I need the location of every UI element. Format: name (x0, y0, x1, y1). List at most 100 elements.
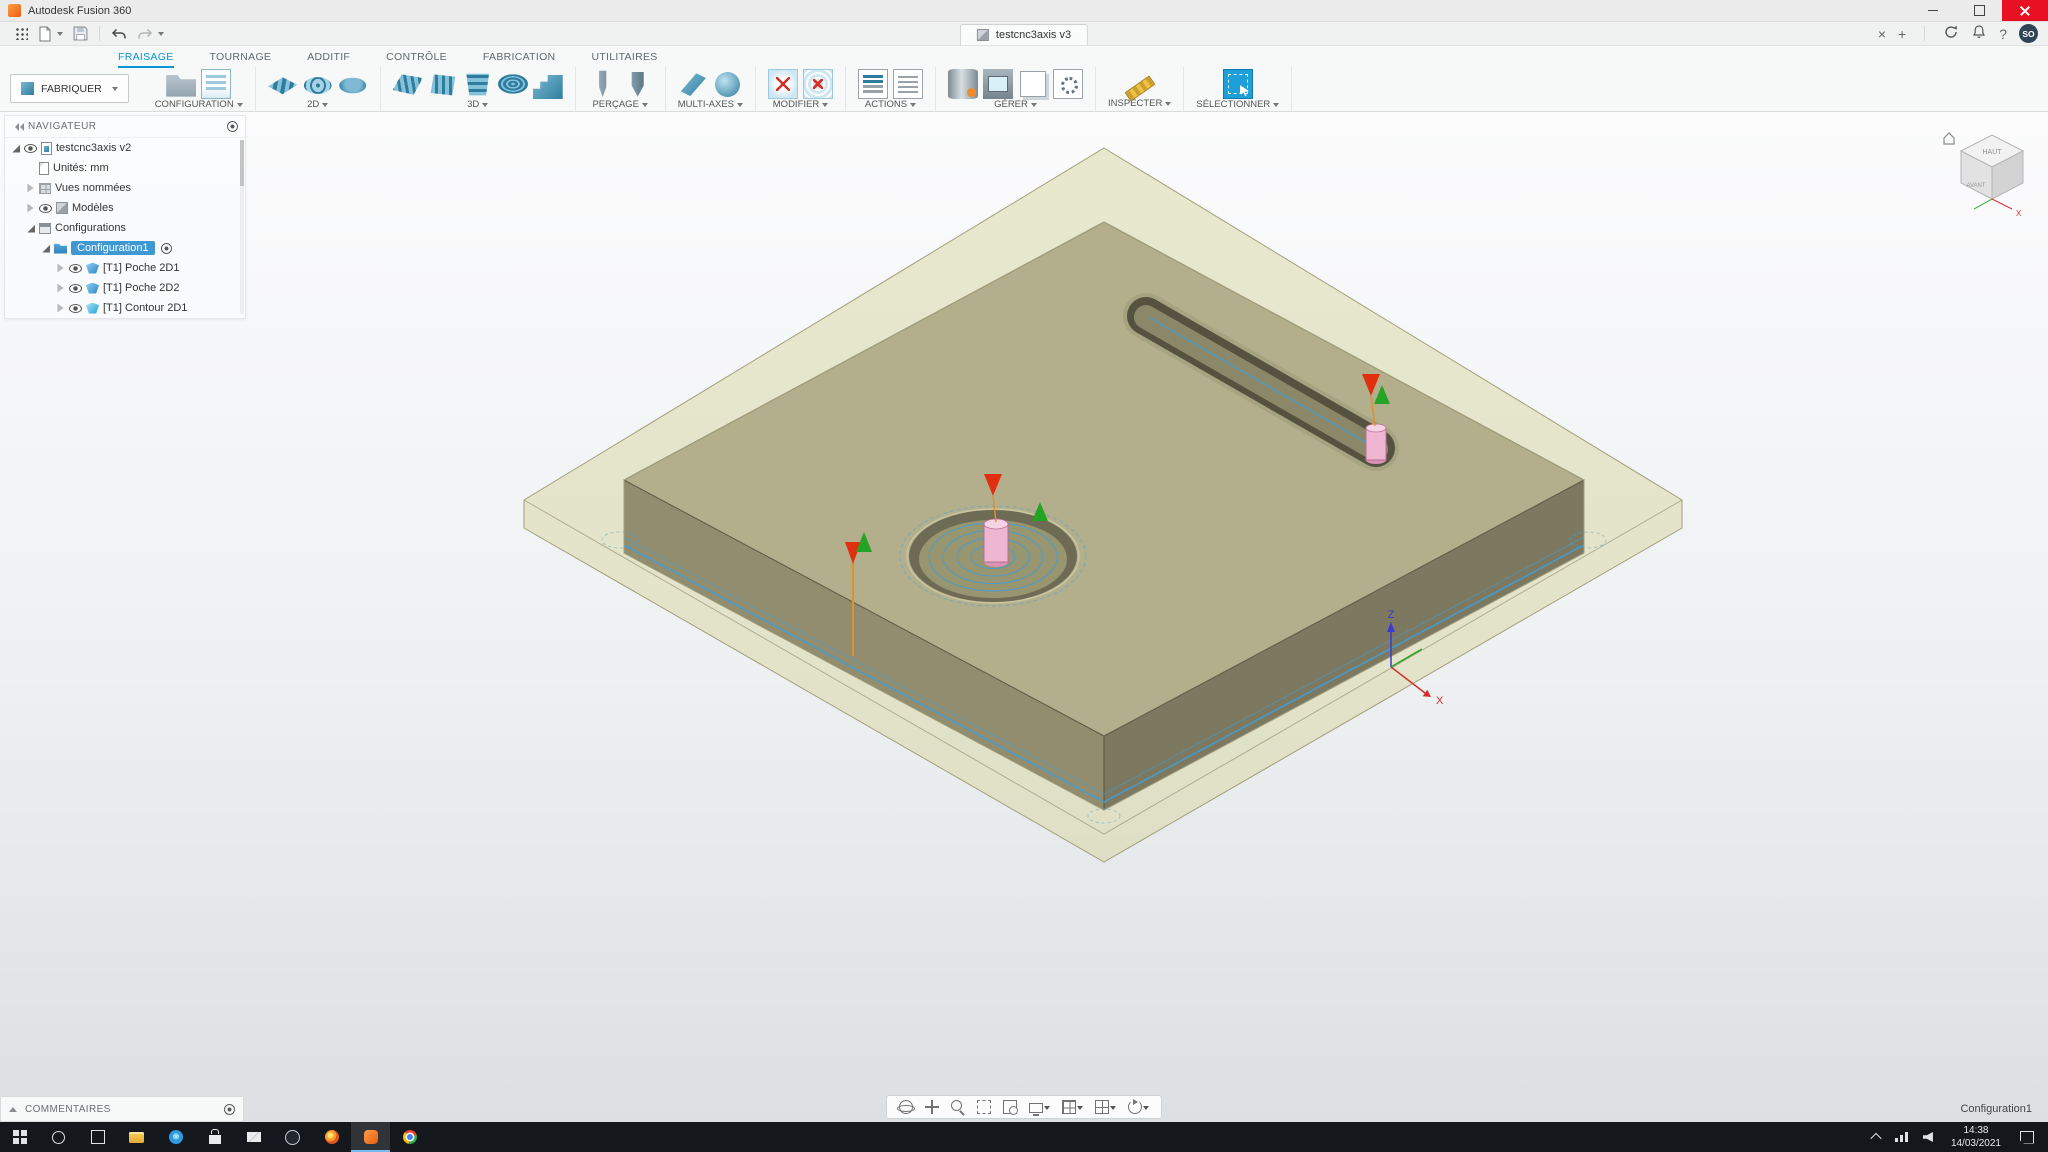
navbar-button[interactable] (895, 1100, 917, 1114)
post-library-icon[interactable] (1053, 69, 1083, 99)
expand-open-icon[interactable] (42, 244, 50, 253)
navbar-button[interactable] (947, 1100, 969, 1114)
navigator-item[interactable]: testcnc3axis v2 (5, 138, 245, 158)
app-grid-button[interactable] (10, 22, 33, 45)
undo-button[interactable] (106, 22, 132, 45)
ramp-3d-icon[interactable] (532, 75, 563, 99)
templates-icon[interactable] (1020, 71, 1046, 97)
store-icon[interactable] (195, 1122, 234, 1152)
expand-closed-icon[interactable] (27, 203, 34, 213)
spacer-icon[interactable] (26, 164, 35, 173)
doc-cube-icon[interactable] (41, 141, 52, 155)
op-pocket-icon[interactable] (86, 282, 99, 294)
navigator-item-label[interactable]: Configuration1 (71, 241, 155, 255)
navigator-item-label[interactable]: [T1] Poche 2D1 (103, 262, 179, 274)
start-icon[interactable] (0, 1122, 39, 1152)
collapse-panel-icon[interactable] (12, 122, 24, 131)
navbar-button[interactable] (1058, 1100, 1087, 1114)
expand-closed-icon[interactable] (57, 303, 64, 313)
ribbon-tab[interactable]: UTILITAIRES (591, 51, 657, 66)
navigator-item-label[interactable]: Configurations (55, 222, 126, 234)
navbar-button[interactable] (1124, 1099, 1153, 1114)
ribbon-tab[interactable]: FRAISAGE (118, 51, 174, 66)
ribbon-tab[interactable]: TOURNAGE (210, 51, 272, 66)
edge-icon[interactable] (156, 1122, 195, 1152)
navigator-item-label[interactable]: testcnc3axis v2 (56, 142, 131, 154)
task-view-icon[interactable] (78, 1122, 117, 1152)
pocket-2d-icon[interactable] (339, 77, 367, 94)
panel-options-icon[interactable] (227, 121, 238, 132)
navigator-item[interactable]: Unités: mm (5, 158, 245, 178)
expand-closed-icon[interactable] (27, 183, 34, 193)
navigator-item[interactable]: Modèles (5, 198, 245, 218)
new-document-button[interactable]: + (1898, 27, 1906, 41)
ribbon-tab[interactable]: ADDITIF (307, 51, 350, 66)
panel-options-icon[interactable] (224, 1103, 235, 1115)
select-window-icon[interactable] (1222, 69, 1253, 99)
document-tab[interactable]: testcnc3axis v3 (959, 24, 1089, 45)
ribbon-group-label[interactable]: ACTIONS (865, 99, 917, 110)
media-app-icon[interactable] (273, 1122, 312, 1152)
job-status-button[interactable] (1943, 24, 1959, 43)
ribbon-group-label[interactable]: CONFIGURATION (155, 99, 243, 110)
firefox-icon[interactable] (312, 1122, 351, 1152)
ribbon-group-label[interactable]: INSPECTER (1108, 98, 1172, 109)
comments-panel[interactable]: COMMENTAIRES (0, 1096, 244, 1122)
maximize-button[interactable] (1956, 0, 2002, 21)
post-process-icon[interactable] (858, 69, 888, 99)
navigator-item-label[interactable]: Modèles (72, 202, 114, 214)
ribbon-group-label[interactable]: 3D (467, 99, 489, 110)
help-button[interactable]: ? (1999, 27, 2007, 41)
avatar[interactable]: SO (2019, 24, 2038, 43)
eye-icon[interactable] (69, 263, 82, 273)
mail-icon[interactable] (234, 1122, 273, 1152)
navigator-item-label[interactable]: [T1] Contour 2D1 (103, 302, 187, 314)
doc-icon[interactable] (39, 161, 49, 175)
redo-button[interactable] (132, 22, 169, 45)
chrome-icon[interactable] (390, 1122, 429, 1152)
expand-closed-icon[interactable] (57, 283, 64, 293)
file-menu-button[interactable] (33, 22, 68, 45)
navigator-item-label[interactable]: Unités: mm (53, 162, 109, 174)
save-button[interactable] (68, 22, 93, 45)
navbar-button[interactable] (1091, 1100, 1120, 1114)
adaptive-2d-icon[interactable] (303, 77, 332, 94)
gear-ring-icon[interactable] (160, 242, 172, 254)
ribbon-group-label[interactable]: SÉLECTIONNER (1196, 99, 1280, 110)
ribbon-tab[interactable]: CONTRÔLE (386, 51, 447, 66)
navbar-button[interactable] (921, 1100, 943, 1114)
parallel-3d-icon[interactable] (430, 74, 456, 96)
drill-icon[interactable] (599, 70, 607, 98)
configs-icon[interactable] (39, 222, 51, 234)
notifications-button[interactable] (1971, 24, 1987, 43)
eye-icon[interactable] (39, 203, 52, 213)
navigator-item-label[interactable]: [T1] Poche 2D2 (103, 282, 179, 294)
minimize-button[interactable] (1910, 0, 1956, 21)
ribbon-group-label[interactable]: 2D (307, 99, 329, 110)
face-2d-icon[interactable] (268, 77, 298, 95)
navigator-item-label[interactable]: Vues nommées (55, 182, 131, 194)
ribbon-tab[interactable]: FABRICATION (483, 51, 556, 66)
spiral-3d-icon[interactable] (497, 74, 528, 94)
ribbon-group-label[interactable]: GÉRER (994, 99, 1037, 110)
expand-open-icon[interactable] (12, 144, 20, 153)
ribbon-group-label[interactable]: MODIFIER (773, 99, 829, 110)
views-icon[interactable] (39, 182, 51, 194)
bore-icon[interactable] (631, 72, 644, 97)
navbar-button[interactable] (1025, 1101, 1054, 1116)
op-pocket-icon[interactable] (86, 262, 99, 274)
navbar-button[interactable] (999, 1100, 1021, 1115)
swarf-icon[interactable] (680, 73, 706, 96)
close-document-button[interactable]: × (1878, 27, 1886, 41)
action-center-icon[interactable] (2012, 1122, 2042, 1152)
expand-closed-icon[interactable] (57, 263, 64, 273)
navbar-button[interactable] (973, 1100, 995, 1114)
adaptive-3d-icon[interactable] (392, 74, 423, 95)
tool-library-icon[interactable] (948, 69, 978, 99)
navigator-item[interactable]: [T1] Poche 2D2 (5, 278, 245, 298)
file-explorer-icon[interactable] (117, 1122, 156, 1152)
navigator-item[interactable]: Vues nommées (5, 178, 245, 198)
viewcube[interactable]: HAUT AVANT X (1943, 132, 2025, 218)
navigator-item[interactable]: [T1] Poche 2D1 (5, 258, 245, 278)
navigator-item[interactable]: Configuration1 (5, 238, 245, 258)
